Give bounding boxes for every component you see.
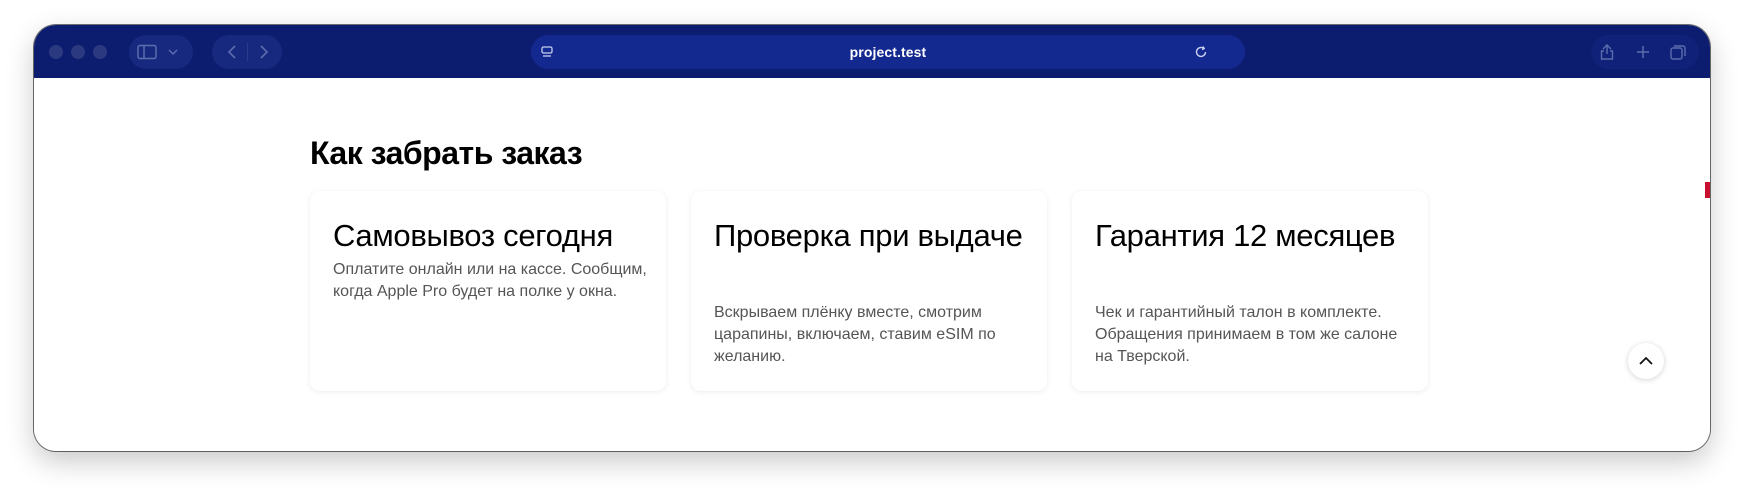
card-title: Самовывоз сегодня [333, 218, 613, 253]
plus-icon[interactable] [1633, 42, 1653, 62]
close-window-button[interactable] [49, 45, 63, 59]
edge-marker [1705, 182, 1710, 198]
chevron-up-icon [1638, 355, 1654, 367]
card-text: Оплатите онлайн или на кассе. Сообщим, к… [333, 261, 647, 300]
page-content: Как забрать заказ Самовывоз сегодня Опла… [34, 78, 1710, 451]
url-text: project.test [849, 44, 927, 60]
card-title: Проверка при выдаче [714, 218, 1023, 253]
card-pickup-today: Самовывоз сегодня Оплатите онлайн или на… [310, 191, 666, 391]
toolbar-actions-group [1591, 35, 1699, 69]
minimize-window-button[interactable] [71, 45, 85, 59]
chevron-down-icon[interactable] [165, 44, 181, 60]
tabs-icon[interactable] [1668, 42, 1688, 62]
section-heading: Как забрать заказ [310, 135, 583, 171]
sidebar-toggle-group [129, 35, 193, 69]
browser-toolbar: project.test [34, 25, 1710, 78]
chevron-right-icon[interactable] [254, 42, 274, 62]
card-text: Вскрываем плёнку вместе, смотрим царапин… [714, 304, 996, 365]
browser-window: project.test Как забрать заказ Самовывоз… [34, 25, 1710, 451]
chevron-left-icon[interactable] [222, 42, 242, 62]
card-inspection-on-pickup: Проверка при выдаче Вскрываем плёнку вме… [691, 191, 1047, 391]
address-bar[interactable]: project.test [531, 35, 1245, 69]
share-icon[interactable] [1597, 42, 1617, 62]
navigation-group [212, 35, 282, 69]
nav-divider [247, 43, 248, 61]
zoom-window-button[interactable] [93, 45, 107, 59]
sidebar-icon[interactable] [137, 42, 157, 62]
scroll-to-top-button[interactable] [1628, 343, 1664, 379]
card-text: Чек и гарантийный талон в комплекте. Обр… [1095, 304, 1398, 365]
card-title: Гарантия 12 месяцев [1095, 218, 1396, 253]
reload-icon[interactable] [1193, 44, 1209, 60]
card-warranty: Гарантия 12 месяцев Чек и гарантийный та… [1072, 191, 1428, 391]
